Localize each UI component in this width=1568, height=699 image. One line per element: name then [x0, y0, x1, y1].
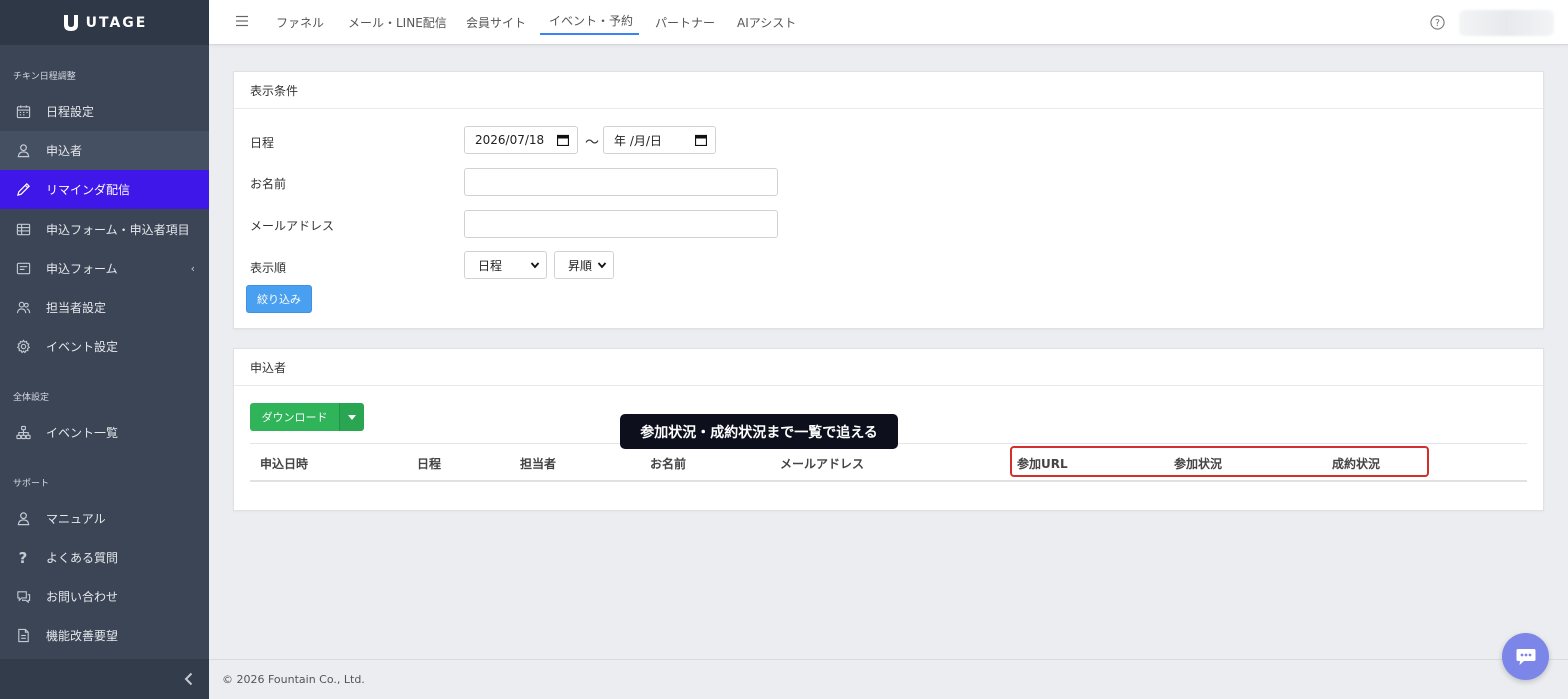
- table-header-border: [250, 480, 1527, 482]
- topnav-member-site[interactable]: 会員サイト: [466, 0, 526, 45]
- form-icon: [15, 261, 31, 277]
- column-header-staff[interactable]: 担当者: [520, 455, 556, 472]
- sidebar-item-manual[interactable]: マニュアル: [0, 499, 209, 538]
- sidebar-item-contact[interactable]: お問い合わせ: [0, 577, 209, 616]
- sidebar-section-global: 全体設定: [13, 393, 50, 403]
- svg-text:?: ?: [1435, 18, 1440, 29]
- filter-card-title: 表示条件: [234, 72, 1543, 109]
- brand-logo[interactable]: UTAGE: [62, 13, 148, 33]
- sidebar-item-event-settings[interactable]: イベント設定: [0, 327, 209, 366]
- date-range-separator: 〜: [585, 135, 599, 151]
- topnav-partner[interactable]: パートナー: [655, 0, 715, 45]
- caret-down-icon: [348, 414, 356, 420]
- order-label: 表示順: [250, 261, 287, 275]
- sidebar-item-label: 申込フォーム・申込者項目: [46, 223, 190, 237]
- sidebar-item-label: 申込フォーム: [46, 262, 118, 276]
- sidebar-item-label: お問い合わせ: [46, 590, 119, 604]
- pencil-icon: [15, 182, 31, 198]
- sitemap-icon: [15, 425, 31, 441]
- sidebar-item-label: リマインダ配信: [46, 183, 131, 197]
- download-button-group: ダウンロード: [250, 403, 364, 431]
- sidebar-item-applicants[interactable]: 申込者: [0, 131, 209, 170]
- chat-icon: [15, 589, 31, 605]
- sidebar-section-support: サポート: [13, 479, 50, 489]
- sidebar-item-reminder[interactable]: リマインダ配信: [0, 170, 209, 209]
- column-header-name[interactable]: お名前: [650, 455, 686, 472]
- chevron-left-icon: ‹: [190, 262, 195, 275]
- select-chevron-icon: [530, 262, 540, 269]
- filter-submit-button[interactable]: 絞り込み: [246, 285, 312, 313]
- brand-name: UTAGE: [85, 14, 148, 31]
- sidebar-item-forms[interactable]: 申込フォーム ‹: [0, 249, 209, 288]
- sidebar-item-label: 機能改善要望: [46, 629, 119, 643]
- users-icon: [15, 300, 31, 316]
- highlight-box: [1010, 446, 1429, 477]
- sidebar-item-label: イベント設定: [46, 340, 119, 354]
- order-direction-value: 昇順: [568, 258, 593, 273]
- calendar-icon: [15, 104, 31, 120]
- sidebar-item-schedule[interactable]: 日程設定: [0, 92, 209, 131]
- sidebar-item-faq[interactable]: ? よくある質問: [0, 538, 209, 577]
- sidebar-item-event-list[interactable]: イベント一覧: [0, 413, 209, 452]
- document-icon: [15, 628, 31, 644]
- order-by-value: 日程: [478, 258, 503, 273]
- topnav-ai-assist[interactable]: AIアシスト: [737, 0, 796, 45]
- applicants-card-title: 申込者: [234, 349, 1543, 386]
- date-to-placeholder: 年 /月/日: [614, 133, 662, 148]
- collapse-chevron-icon[interactable]: [183, 672, 195, 686]
- select-chevron-icon: [597, 262, 607, 269]
- column-header-schedule[interactable]: 日程: [417, 455, 441, 472]
- email-input[interactable]: [464, 210, 778, 238]
- sidebar-item-label: 申込者: [46, 144, 83, 158]
- active-tab-indicator: [540, 33, 639, 35]
- sidebar-item-label: よくある質問: [46, 551, 119, 565]
- calendar-picker-icon[interactable]: [695, 134, 707, 146]
- table-icon: [15, 222, 31, 238]
- question-icon: ?: [18, 548, 28, 567]
- sidebar-item-form-fields[interactable]: 申込フォーム・申込者項目: [0, 210, 209, 249]
- hamburger-menu-icon[interactable]: [236, 15, 248, 27]
- sidebar-section-event: チキン日程調整: [13, 72, 76, 82]
- brand-bar: UTAGE: [0, 0, 209, 45]
- topnav-mail-line[interactable]: メール・LINE配信: [348, 0, 447, 45]
- chat-bubble-icon: [1516, 648, 1535, 665]
- name-input[interactable]: [464, 168, 778, 196]
- filter-card: 表示条件 日程 2026/07/18 〜 年 /月/日 お名前 メールアドレス …: [233, 71, 1544, 329]
- name-label: お名前: [250, 177, 287, 191]
- chat-widget-button[interactable]: [1502, 633, 1549, 680]
- annotation-callout: 参加状況・成約状況まで一覧で追える: [620, 414, 898, 449]
- sidebar-item-feature-request[interactable]: 機能改善要望: [0, 616, 209, 655]
- sidebar-item-staff[interactable]: 担当者設定: [0, 288, 209, 327]
- sidebar-collapse-bar: [0, 659, 209, 699]
- person-icon: [15, 511, 31, 527]
- page-footer: © 2026 Fountain Co., Ltd.: [209, 659, 1568, 699]
- utage-logo-icon: [63, 14, 78, 31]
- gear-icon: [15, 339, 31, 355]
- sidebar-item-label: 担当者設定: [46, 301, 107, 315]
- column-header-email[interactable]: メールアドレス: [780, 455, 864, 472]
- date-from-input[interactable]: 2026/07/18: [464, 126, 578, 154]
- top-navbar: ファネル メール・LINE配信 会員サイト イベント・予約 パートナー AIアシ…: [209, 0, 1568, 45]
- help-circle-icon[interactable]: ?: [1430, 15, 1445, 30]
- order-direction-select[interactable]: 昇順: [554, 251, 614, 279]
- sidebar-item-label: 日程設定: [46, 105, 95, 119]
- order-by-select[interactable]: 日程: [464, 251, 547, 279]
- sidebar-item-label: マニュアル: [46, 512, 106, 526]
- download-button[interactable]: ダウンロード: [250, 403, 339, 431]
- email-label: メールアドレス: [250, 219, 335, 233]
- user-account-menu[interactable]: [1459, 10, 1554, 36]
- sidebar-item-label: イベント一覧: [46, 426, 119, 440]
- user-icon: [15, 143, 31, 159]
- topnav-event-booking[interactable]: イベント・予約: [549, 0, 633, 43]
- download-dropdown-toggle[interactable]: [339, 403, 364, 431]
- calendar-picker-icon[interactable]: [557, 134, 569, 146]
- column-header-applied-at[interactable]: 申込日時: [260, 455, 308, 472]
- topnav-funnel[interactable]: ファネル: [276, 0, 324, 45]
- date-label: 日程: [250, 136, 275, 150]
- date-from-value: 2026/07/18: [475, 133, 545, 147]
- date-to-input[interactable]: 年 /月/日: [603, 126, 716, 154]
- sidebar: UTAGE チキン日程調整 日程設定 申込者 リマインダ配信 申込フォーム・申込…: [0, 0, 209, 699]
- copyright-text: © 2026 Fountain Co., Ltd.: [222, 673, 365, 686]
